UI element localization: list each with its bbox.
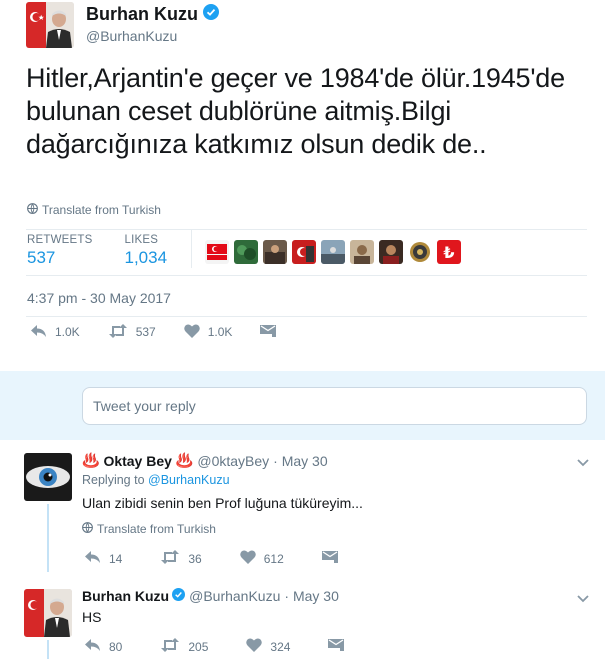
retweets-value[interactable]: 537 — [27, 248, 93, 268]
reply-count: 1.0K — [55, 325, 80, 339]
chevron-down-icon[interactable] — [577, 590, 589, 608]
retweet-icon — [108, 323, 136, 341]
reply-count: 14 — [109, 551, 123, 566]
chevron-down-icon[interactable] — [577, 454, 589, 472]
reply-header: ♨️ Oktay Bey ♨️ @0ktayBey · May 30 — [82, 452, 328, 469]
liker-avatar[interactable] — [205, 240, 229, 264]
reply-icon — [30, 324, 55, 341]
direct-message-button[interactable] — [328, 638, 352, 655]
reply-composer: Tweet your reply — [0, 371, 605, 440]
heart-icon — [246, 638, 270, 655]
reply-button[interactable]: 80 — [84, 638, 122, 655]
reply-button[interactable]: 1.0K — [30, 324, 80, 341]
liker-avatar[interactable] — [321, 240, 345, 264]
tweet-text: Hitler,Arjantin'e geçer ve 1984'de ölür.… — [26, 63, 565, 159]
liker-avatar[interactable] — [234, 240, 258, 264]
svg-text:₺: ₺ — [443, 243, 454, 262]
retweet-button[interactable]: 205 — [160, 638, 208, 655]
translate-link[interactable]: Translate from Turkish — [82, 522, 216, 536]
likes-stat[interactable]: LIKES 1,034 — [125, 234, 168, 268]
replying-to-handle[interactable]: @BurhanKuzu — [148, 473, 230, 487]
retweet-count: 36 — [188, 551, 202, 566]
reply-time[interactable]: · May 30 — [284, 588, 338, 604]
envelope-icon — [260, 324, 284, 341]
retweets-stat[interactable]: RETWEETS 537 — [27, 234, 93, 268]
globe-icon — [82, 522, 97, 536]
reply-text: HS — [82, 609, 102, 625]
reply-time[interactable]: · May 30 — [273, 453, 327, 469]
liker-avatar[interactable] — [292, 240, 316, 264]
divider — [26, 316, 587, 317]
reply-avatar[interactable] — [24, 589, 72, 637]
stats-separator — [191, 230, 192, 268]
translate-label[interactable]: Translate from Turkish — [97, 522, 216, 536]
globe-icon — [27, 203, 42, 217]
retweet-count: 205 — [188, 639, 209, 654]
reply-count: 80 — [109, 639, 123, 654]
author-name[interactable]: Burhan Kuzu — [86, 4, 219, 25]
reply-tweet[interactable]: ♨️ Oktay Bey ♨️ @0ktayBey · May 30 Reply… — [0, 440, 605, 572]
retweet-icon — [160, 550, 188, 567]
replying-to-label: Replying to — [82, 473, 145, 487]
hotspring-icon: ♨️ — [82, 452, 100, 468]
verified-badge-icon — [172, 588, 186, 604]
reply-text: Ulan zibidi senin ben Prof luğuna tüküre… — [82, 495, 363, 511]
heart-icon — [239, 550, 264, 567]
author-handle[interactable]: @BurhanKuzu — [86, 28, 177, 44]
reply-header: Burhan Kuzu @BurhanKuzu · May 30 — [82, 588, 339, 604]
tweet-timestamp[interactable]: 4:37 pm - 30 May 2017 — [27, 290, 171, 306]
reply-icon — [84, 550, 109, 567]
hotspring-icon: ♨️ — [175, 452, 194, 468]
reply-actions: 14 36 612 — [84, 550, 374, 567]
translate-link[interactable]: Translate from Turkish — [27, 203, 161, 217]
tweet-actions: 1.0K 537 1.0K — [30, 322, 312, 342]
like-count: 1.0K — [207, 325, 233, 339]
liker-avatar[interactable]: ₺ — [437, 240, 461, 264]
liker-avatar[interactable] — [263, 240, 287, 264]
reply-actions: 80 205 324 — [84, 638, 380, 655]
reply-author-handle[interactable]: @BurhanKuzu — [189, 588, 280, 604]
divider — [26, 229, 587, 230]
like-button[interactable]: 612 — [239, 550, 284, 567]
envelope-icon — [321, 550, 346, 567]
likes-label: LIKES — [124, 234, 159, 246]
like-count: 612 — [263, 551, 284, 566]
reply-icon — [84, 638, 109, 655]
retweet-button[interactable]: 537 — [108, 323, 156, 341]
author-avatar[interactable] — [26, 2, 74, 48]
like-button[interactable]: 1.0K — [183, 323, 233, 341]
like-button[interactable]: 324 — [246, 638, 290, 655]
liker-avatar[interactable] — [350, 240, 374, 264]
heart-icon — [183, 323, 208, 341]
liker-avatar[interactable] — [379, 240, 403, 264]
likes-value[interactable]: 1,034 — [125, 248, 168, 268]
envelope-icon — [328, 638, 352, 655]
translate-label[interactable]: Translate from Turkish — [42, 203, 161, 217]
replying-to: Replying to @BurhanKuzu — [82, 473, 230, 487]
main-tweet: Burhan Kuzu @BurhanKuzu Hitler,Arjantin'… — [0, 0, 605, 370]
author-name-text[interactable]: Burhan Kuzu — [86, 4, 198, 25]
direct-message-button[interactable] — [321, 550, 346, 567]
reply-author-name[interactable]: Oktay Bey — [103, 453, 171, 469]
retweet-button[interactable]: 36 — [160, 550, 202, 567]
reply-tweet[interactable]: Burhan Kuzu @BurhanKuzu · May 30 HS 80 2… — [0, 578, 605, 659]
direct-message-button[interactable] — [260, 324, 284, 341]
tweet-stats: RETWEETS 537 LIKES 1,034 — [27, 234, 193, 268]
retweet-count: 537 — [135, 325, 156, 339]
reply-author-name[interactable]: Burhan Kuzu — [82, 588, 169, 604]
reply-avatar[interactable] — [24, 453, 72, 501]
liker-avatar[interactable] — [408, 240, 432, 264]
divider — [26, 275, 587, 276]
liker-avatars: ₺ — [205, 240, 466, 264]
retweets-label: RETWEETS — [27, 234, 93, 246]
like-count: 324 — [270, 639, 291, 654]
retweet-icon — [160, 638, 188, 655]
thread-line — [47, 640, 49, 659]
reply-input[interactable]: Tweet your reply — [82, 387, 587, 425]
verified-badge-icon — [203, 4, 219, 25]
thread-line — [47, 504, 49, 572]
reply-button[interactable]: 14 — [84, 550, 122, 567]
reply-author-handle[interactable]: @0ktayBey — [197, 453, 269, 469]
